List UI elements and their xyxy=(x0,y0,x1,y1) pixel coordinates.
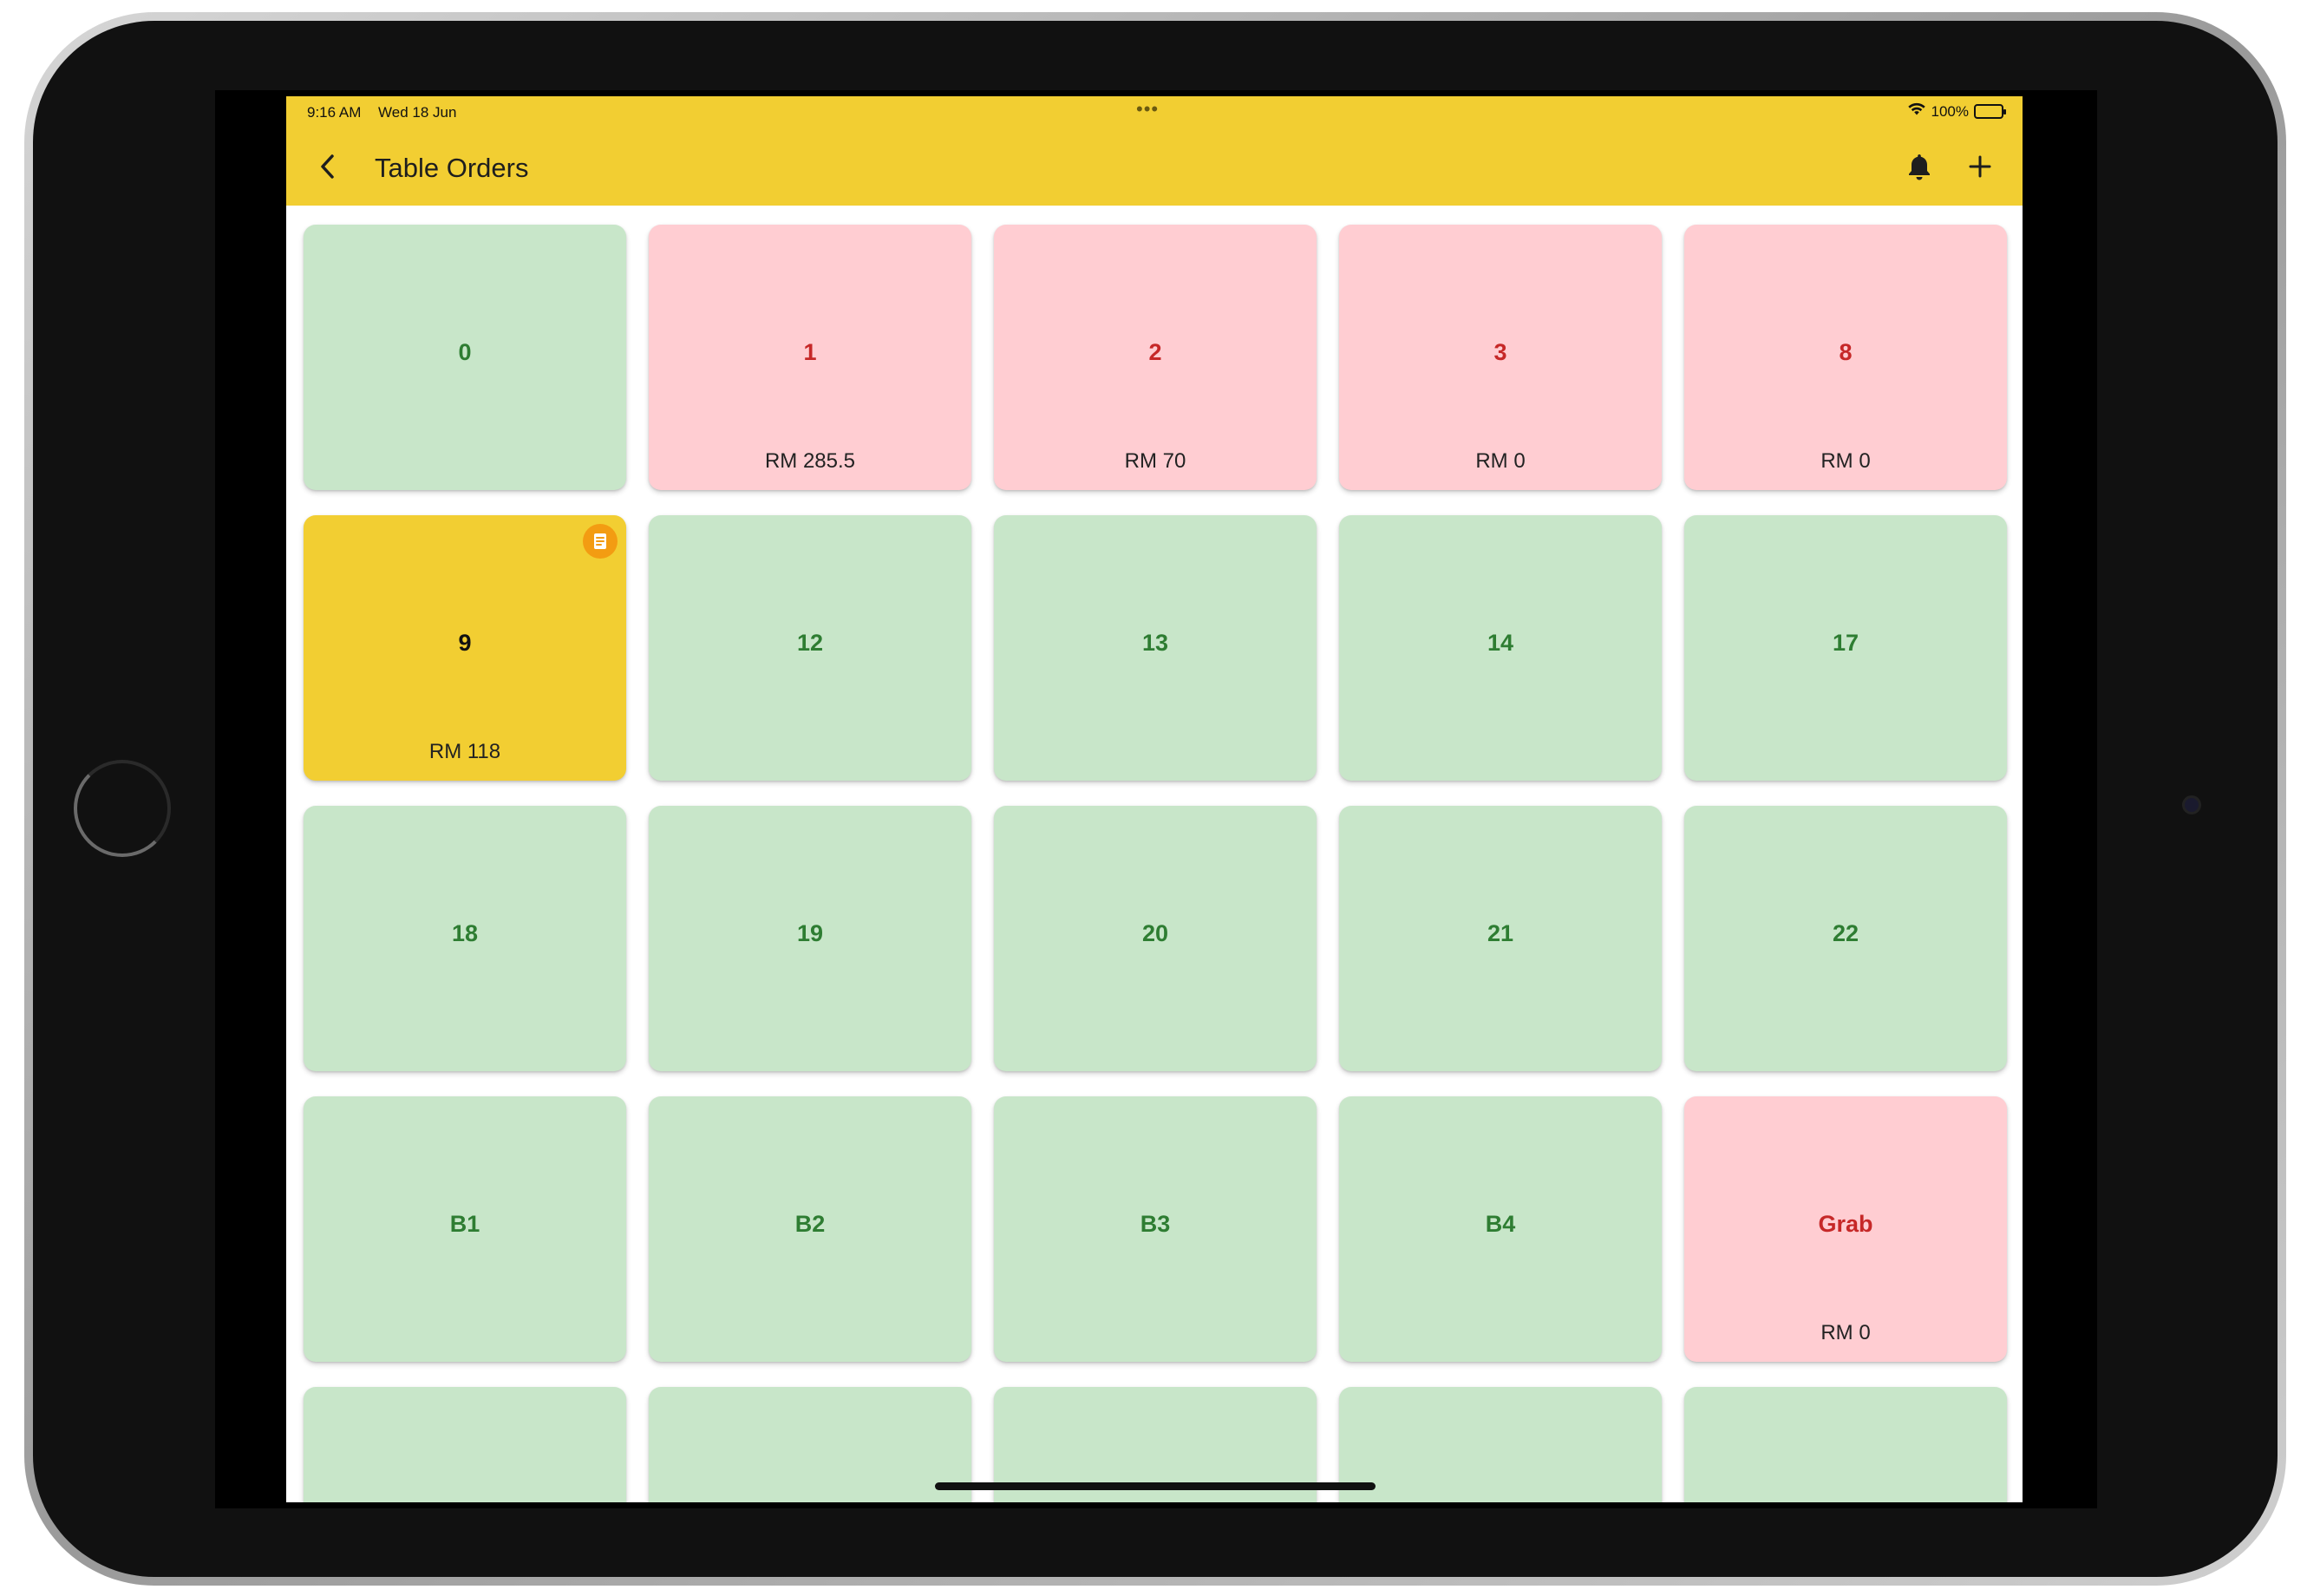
table-amount: RM 70 xyxy=(1124,449,1186,473)
table-amount: RM 0 xyxy=(1820,1321,1871,1344)
table-name: 3 xyxy=(1493,339,1507,365)
table-tile[interactable]: 1 RM 285.5 xyxy=(649,225,971,490)
chevron-left-icon xyxy=(317,153,338,185)
table-tile[interactable]: 14 xyxy=(1339,515,1662,781)
table-tile[interactable]: 17 xyxy=(1684,515,2007,781)
table-name: 0 xyxy=(458,339,472,365)
multitask-dots[interactable]: ••• xyxy=(1136,98,1159,121)
status-bar: 9:16 AM Wed 18 Jun ••• 100% xyxy=(286,96,2023,131)
table-name: 9 xyxy=(458,630,472,656)
wifi-icon xyxy=(1907,102,1926,121)
table-tile[interactable]: 19 xyxy=(649,806,971,1071)
table-name: B1 xyxy=(449,1211,480,1237)
table-tile[interactable]: 9 RM 118 xyxy=(304,515,626,781)
table-tile[interactable]: 12 xyxy=(649,515,971,781)
table-tile[interactable]: 18 xyxy=(304,806,626,1071)
table-name: 1 xyxy=(803,339,817,365)
table-name: B3 xyxy=(1140,1211,1171,1237)
status-time: 9:16 AM xyxy=(307,104,362,121)
table-tile[interactable]: 3 RM 0 xyxy=(1339,225,1662,490)
table-name: 12 xyxy=(796,630,824,656)
receipt-icon[interactable] xyxy=(583,524,618,559)
table-tile[interactable]: B1 xyxy=(304,1096,626,1362)
page-title: Table Orders xyxy=(375,153,529,183)
notifications-button[interactable] xyxy=(1889,138,1950,199)
table-tile[interactable] xyxy=(304,1387,626,1502)
table-name: 2 xyxy=(1148,339,1162,365)
table-tile[interactable] xyxy=(1684,1387,2007,1502)
bell-icon xyxy=(1907,153,1931,185)
plus-icon xyxy=(1969,155,1991,182)
home-indicator[interactable] xyxy=(935,1482,1376,1490)
table-tile[interactable]: 0 xyxy=(304,225,626,490)
table-tile[interactable]: 2 RM 70 xyxy=(994,225,1317,490)
add-table-button[interactable] xyxy=(1950,138,2010,199)
table-name: 19 xyxy=(796,920,824,946)
table-tile[interactable]: B4 xyxy=(1339,1096,1662,1362)
table-tile[interactable]: B2 xyxy=(649,1096,971,1362)
table-tile[interactable]: Grab RM 0 xyxy=(1684,1096,2007,1362)
table-name: 8 xyxy=(1839,339,1853,365)
table-amount: RM 118 xyxy=(428,740,501,763)
table-tile[interactable]: 20 xyxy=(994,806,1317,1071)
status-indicators: 100% xyxy=(1907,102,2006,121)
table-name: 14 xyxy=(1487,630,1514,656)
table-amount: RM 0 xyxy=(1820,449,1871,473)
front-camera xyxy=(2182,795,2201,814)
battery-icon xyxy=(1974,104,2006,119)
status-date: Wed 18 Jun xyxy=(378,104,457,121)
home-button[interactable] xyxy=(74,760,171,857)
table-tile[interactable]: 13 xyxy=(994,515,1317,781)
table-name: 20 xyxy=(1141,920,1169,946)
table-name: 17 xyxy=(1832,630,1859,656)
table-name: B2 xyxy=(794,1211,826,1237)
table-name: Grab xyxy=(1818,1211,1873,1237)
battery-percentage: 100% xyxy=(1931,102,1969,120)
table-tile[interactable]: B3 xyxy=(994,1096,1317,1362)
table-tile[interactable] xyxy=(1339,1387,1662,1502)
app-screen: 9:16 AM Wed 18 Jun ••• 100% Table Orders xyxy=(286,96,2023,1502)
table-tile[interactable]: 22 xyxy=(1684,806,2007,1071)
table-tile[interactable] xyxy=(649,1387,971,1502)
table-name: 18 xyxy=(451,920,479,946)
back-button[interactable] xyxy=(293,131,363,206)
app-bar-actions xyxy=(1889,131,2010,206)
table-tile[interactable]: 21 xyxy=(1339,806,1662,1071)
table-name: 13 xyxy=(1141,630,1169,656)
table-tile[interactable]: 8 RM 0 xyxy=(1684,225,2007,490)
table-amount: RM 285.5 xyxy=(764,449,856,473)
table-name: 21 xyxy=(1487,920,1514,946)
table-name: 22 xyxy=(1832,920,1859,946)
table-grid: 0 1 RM 285.5 2 RM 70 3 RM 0 8 RM 0 9 RM 118 12 13 14 1… xyxy=(304,225,2007,1502)
app-bar: Table Orders xyxy=(286,131,2023,206)
table-name: B4 xyxy=(1485,1211,1516,1237)
table-amount: RM 0 xyxy=(1475,449,1526,473)
